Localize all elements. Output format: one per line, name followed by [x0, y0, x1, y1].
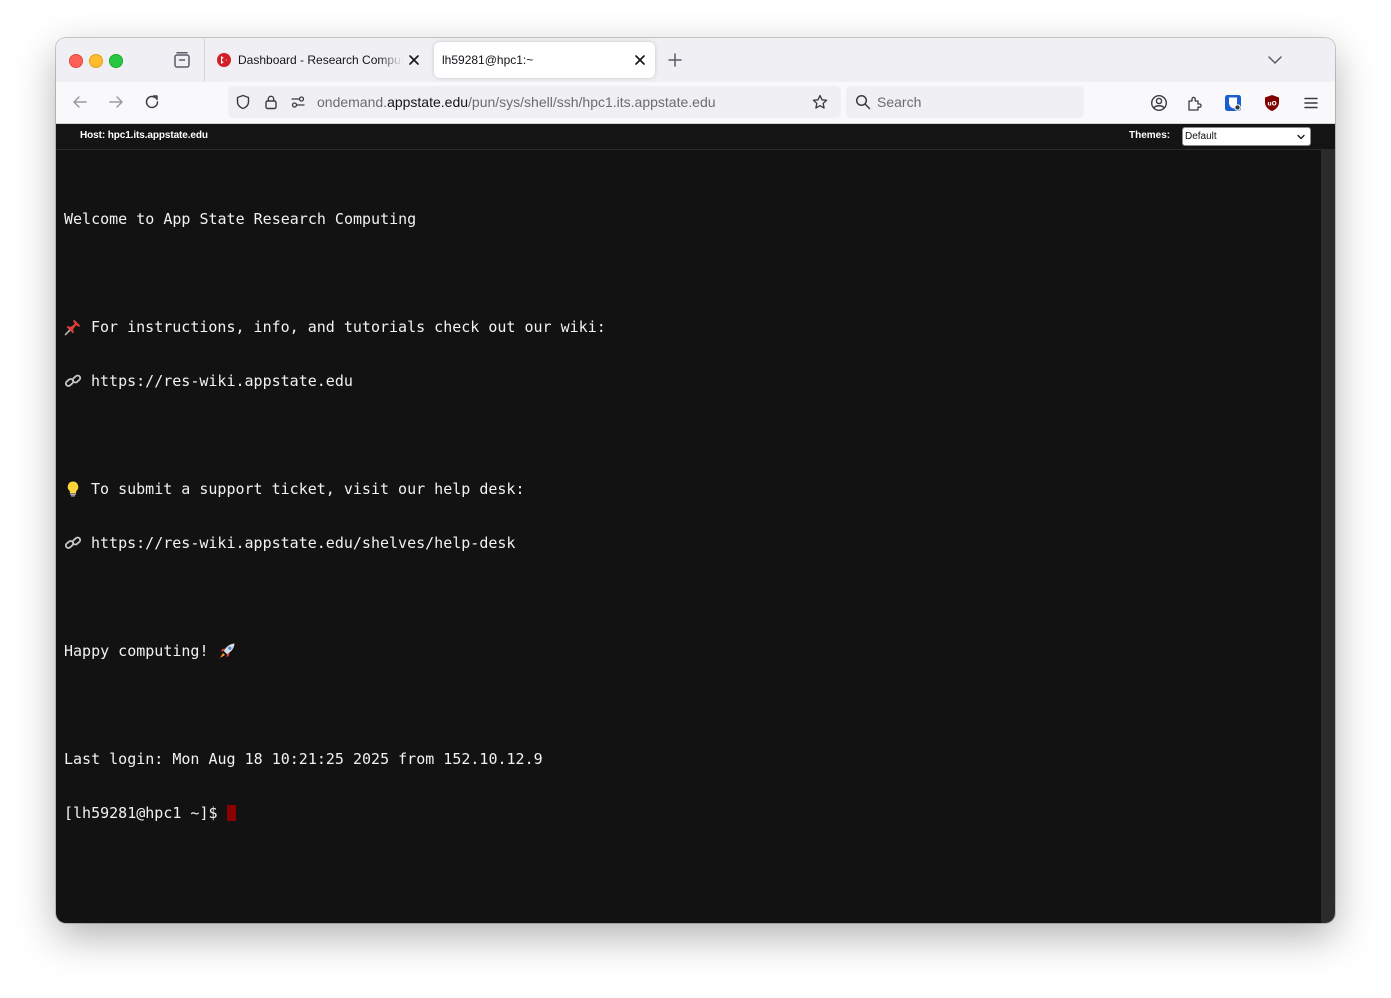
tracking-protection-shield-icon[interactable]: [235, 94, 251, 110]
account-icon[interactable]: [1150, 94, 1168, 112]
search-placeholder: Search: [877, 94, 922, 110]
terminal-scrollbar[interactable]: [1321, 150, 1335, 923]
tab-strip: Dashboard - Research Computing lh59281@h…: [56, 38, 1335, 82]
tab-terminal[interactable]: lh59281@hpc1:~: [434, 42, 655, 78]
browser-window: Dashboard - Research Computing lh59281@h…: [56, 38, 1335, 923]
tab-separator: [204, 38, 205, 82]
tab-overview-icon[interactable]: [172, 50, 192, 70]
close-tab-icon[interactable]: [407, 53, 421, 67]
link-icon: [64, 536, 82, 549]
url-path: /pun/sys/shell/ssh/hpc1.its.appstate.edu: [468, 94, 716, 110]
close-tab-icon[interactable]: [633, 53, 647, 67]
pushpin-icon: [64, 319, 81, 336]
lightbulb-icon: [67, 481, 79, 497]
address-bar[interactable]: ondemand.appstate.edu/pun/sys/shell/ssh/…: [228, 86, 841, 118]
rocket-icon: [219, 643, 234, 658]
themes-select[interactable]: Default: [1182, 127, 1311, 146]
terminal-line-welcome: Welcome to App State Research Computing: [64, 210, 417, 228]
tab-dashboard[interactable]: Dashboard - Research Computing: [208, 42, 429, 78]
tab-title: Dashboard - Research Computing: [238, 53, 403, 67]
terminal-cursor: [226, 805, 236, 821]
terminal-line-prompt: [lh59281@hpc1 ~]$: [64, 804, 606, 822]
chevron-down-icon: [1297, 134, 1305, 140]
happy-text: Happy computing!: [64, 642, 209, 660]
terminal-line-wiki-url: https://res-wiki.appstate.edu: [64, 372, 606, 390]
terminal-line-help: To submit a support ticket, visit our he…: [64, 480, 606, 498]
ondemand-logo-icon: [217, 53, 231, 67]
menu-hamburger-icon[interactable]: [1302, 94, 1320, 112]
reload-icon[interactable]: [144, 94, 160, 110]
link-icon: [64, 374, 82, 387]
shell-prompt: [lh59281@hpc1 ~]$: [64, 804, 218, 822]
terminal-line-help-url: https://res-wiki.appstate.edu/shelves/he…: [64, 534, 606, 552]
minimize-window-button[interactable]: [89, 54, 103, 68]
forward-arrow-icon[interactable]: [108, 94, 124, 110]
wiki-url: https://res-wiki.appstate.edu: [91, 372, 353, 390]
url-domain: appstate.edu: [387, 94, 469, 110]
themes-label: Themes:: [1129, 130, 1171, 141]
terminal-line-happy: Happy computing!: [64, 642, 606, 660]
terminal-screen[interactable]: Welcome to App State Research Computing …: [56, 150, 1321, 923]
back-arrow-icon[interactable]: [72, 94, 88, 110]
bookmark-star-icon[interactable]: [812, 94, 828, 110]
lock-icon[interactable]: [263, 94, 279, 110]
shell-header-bar: Host: hpc1.its.appstate.edu Themes: Defa…: [56, 124, 1335, 150]
permissions-sliders-icon[interactable]: [290, 94, 306, 110]
terminal-line-wiki: For instructions, info, and tutorials ch…: [64, 318, 606, 336]
themes-select-value: Default: [1185, 131, 1217, 142]
bitwarden-extension-icon[interactable]: [1224, 94, 1242, 112]
close-window-button[interactable]: [69, 54, 83, 68]
extensions-puzzle-icon[interactable]: [1186, 94, 1204, 112]
tab-title: lh59281@hpc1:~: [442, 53, 534, 67]
wiki-text: For instructions, info, and tutorials ch…: [91, 318, 606, 336]
help-text: To submit a support ticket, visit our he…: [91, 480, 525, 498]
zoom-window-button[interactable]: [109, 54, 123, 68]
search-bar[interactable]: Search: [846, 86, 1084, 118]
new-tab-plus-icon[interactable]: [667, 52, 683, 68]
url-text[interactable]: ondemand.appstate.edu/pun/sys/shell/ssh/…: [317, 94, 716, 110]
help-url: https://res-wiki.appstate.edu/shelves/he…: [91, 534, 516, 552]
svg-text:uO: uO: [1267, 101, 1276, 108]
url-prefix: ondemand.: [317, 94, 388, 110]
terminal-line-last-login: Last login: Mon Aug 18 10:21:25 2025 fro…: [64, 750, 543, 768]
host-label: Host: hpc1.its.appstate.edu: [80, 130, 208, 141]
list-all-tabs-chevron-down-icon[interactable]: [1267, 52, 1283, 68]
ublock-origin-shield-icon[interactable]: uO: [1263, 94, 1281, 112]
search-icon: [855, 94, 871, 110]
navigation-toolbar: ondemand.appstate.edu/pun/sys/shell/ssh/…: [56, 82, 1335, 124]
terminal-output: Welcome to App State Research Computing …: [64, 174, 606, 858]
